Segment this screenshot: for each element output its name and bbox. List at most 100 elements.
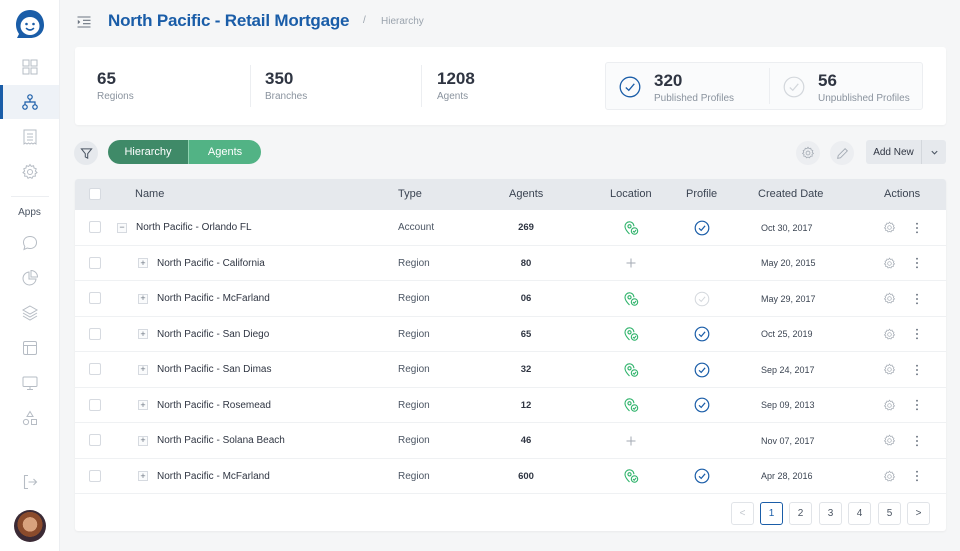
add-location-icon[interactable] (623, 433, 639, 449)
row-name[interactable]: North Pacific - Rosemead (157, 400, 271, 411)
column-header-name[interactable]: Name (135, 188, 164, 200)
row-checkbox[interactable] (89, 292, 101, 304)
expand-button[interactable]: + (138, 471, 148, 481)
expand-button[interactable]: + (138, 400, 148, 410)
row-name[interactable]: North Pacific - San Dimas (157, 364, 271, 375)
stat-published-value: 320 (654, 71, 683, 90)
expand-button[interactable]: + (138, 329, 148, 339)
expand-button[interactable]: + (138, 364, 148, 375)
pagination-page-5[interactable]: 5 (878, 502, 901, 525)
pagination-page-3[interactable]: 3 (819, 502, 842, 525)
menu-toggle-button[interactable] (76, 14, 92, 30)
edit-button[interactable] (830, 141, 854, 165)
row-name[interactable]: North Pacific - McFarland (157, 471, 270, 482)
settings-button[interactable] (796, 141, 820, 165)
tab-agents[interactable]: Agents (188, 140, 261, 164)
row-more-button[interactable] (915, 423, 919, 458)
table-row[interactable]: + North Pacific - Solana Beach Region 46 Nov… (75, 423, 946, 459)
pagination-next[interactable]: > (907, 502, 930, 525)
profile-cell (693, 423, 711, 458)
pagination-page-1[interactable]: 1 (760, 502, 783, 525)
table-row[interactable]: + North Pacific - McFarland Region 06 May 29… (75, 281, 946, 317)
sidebar-app-layers[interactable] (0, 296, 59, 330)
row-settings-button[interactable] (883, 246, 896, 281)
row-name[interactable]: North Pacific - McFarland (157, 293, 270, 304)
collapse-button[interactable]: − (117, 222, 127, 233)
row-settings-button[interactable] (883, 281, 896, 316)
row-name[interactable]: North Pacific - Orlando FL (136, 222, 252, 233)
expand-button[interactable]: + (138, 293, 148, 304)
sidebar-app-shapes[interactable] (0, 401, 59, 435)
sidebar-app-reports[interactable] (0, 261, 59, 295)
tab-hierarchy[interactable]: Hierarchy (108, 140, 188, 164)
sidebar-item-documents[interactable] (0, 120, 59, 154)
menu-indent-icon (77, 16, 91, 28)
table-row[interactable]: + North Pacific - Rosemead Region 12 Sep 09,… (75, 388, 946, 423)
table-row[interactable]: − North Pacific - Orlando FL Account 269 Oct… (75, 210, 946, 246)
add-new-button[interactable]: Add New (866, 140, 921, 164)
pagination-prev[interactable]: < (731, 502, 754, 525)
user-avatar[interactable] (14, 510, 46, 542)
row-more-button[interactable] (915, 459, 919, 494)
column-header-type[interactable]: Type (398, 188, 422, 200)
row-more-button[interactable] (915, 317, 919, 352)
row-settings-button[interactable] (883, 210, 896, 245)
sidebar-item-settings[interactable] (0, 155, 59, 189)
column-header-agents[interactable]: Agents (509, 188, 543, 200)
expand-button[interactable]: + (138, 258, 148, 268)
plus-icon: + (140, 293, 146, 303)
sidebar-app-display[interactable] (0, 366, 59, 400)
row-more-button[interactable] (915, 210, 919, 245)
sidebar-app-layout[interactable] (0, 331, 59, 365)
column-header-created-date[interactable]: Created Date (758, 188, 823, 200)
profile-published-icon (694, 220, 710, 236)
table-row[interactable]: + North Pacific - San Dimas Region 32 Sep 24… (75, 352, 946, 388)
location-cell (622, 281, 640, 316)
row-checkbox[interactable] (89, 469, 101, 482)
row-checkbox[interactable] (89, 363, 101, 375)
more-vertical-icon (915, 293, 919, 305)
row-more-button[interactable] (915, 281, 919, 316)
location-verified-icon (623, 326, 639, 342)
breadcrumb-current[interactable]: Hierarchy (381, 16, 424, 27)
pagination-page-2[interactable]: 2 (789, 502, 812, 525)
row-checkbox[interactable] (89, 256, 101, 269)
row-settings-button[interactable] (883, 317, 896, 352)
sidebar-item-hierarchy[interactable] (0, 85, 59, 119)
row-checkbox[interactable] (89, 327, 101, 340)
profile-cell (693, 388, 711, 423)
row-checkbox[interactable] (89, 221, 101, 233)
row-more-button[interactable] (915, 388, 919, 423)
more-vertical-icon (915, 435, 919, 447)
row-settings-button[interactable] (883, 459, 896, 494)
row-more-button[interactable] (915, 352, 919, 387)
table-row[interactable]: + North Pacific - California Region 80 May 2… (75, 246, 946, 281)
row-name[interactable]: North Pacific - California (157, 258, 265, 269)
sidebar-app-chat[interactable] (0, 226, 59, 260)
logo-icon[interactable] (14, 8, 46, 40)
row-name[interactable]: North Pacific - San Diego (157, 329, 269, 340)
location-cell (622, 388, 640, 423)
table-row[interactable]: + North Pacific - San Diego Region 65 Oct 25… (75, 317, 946, 352)
created-date-cell: Sep 24, 2017 (761, 364, 815, 375)
location-cell[interactable] (622, 246, 640, 281)
add-new-dropdown-button[interactable] (921, 140, 946, 164)
column-header-location[interactable]: Location (610, 188, 652, 200)
column-header-profile[interactable]: Profile (686, 188, 717, 200)
select-all-checkbox[interactable] (89, 188, 101, 200)
row-settings-button[interactable] (883, 352, 896, 387)
location-cell[interactable] (622, 423, 640, 458)
table-row[interactable]: + North Pacific - McFarland Region 600 Apr 2… (75, 459, 946, 494)
row-name[interactable]: North Pacific - Solana Beach (157, 435, 285, 446)
logout-button[interactable] (0, 465, 59, 499)
row-more-button[interactable] (915, 246, 919, 281)
add-location-icon[interactable] (623, 255, 639, 271)
row-checkbox[interactable] (89, 434, 101, 446)
row-checkbox[interactable] (89, 398, 101, 411)
sidebar-item-dashboard[interactable] (0, 50, 59, 84)
row-settings-button[interactable] (883, 423, 896, 458)
pagination-page-4[interactable]: 4 (848, 502, 871, 525)
row-settings-button[interactable] (883, 388, 896, 423)
expand-button[interactable]: + (138, 435, 148, 446)
filter-button[interactable] (74, 141, 98, 165)
